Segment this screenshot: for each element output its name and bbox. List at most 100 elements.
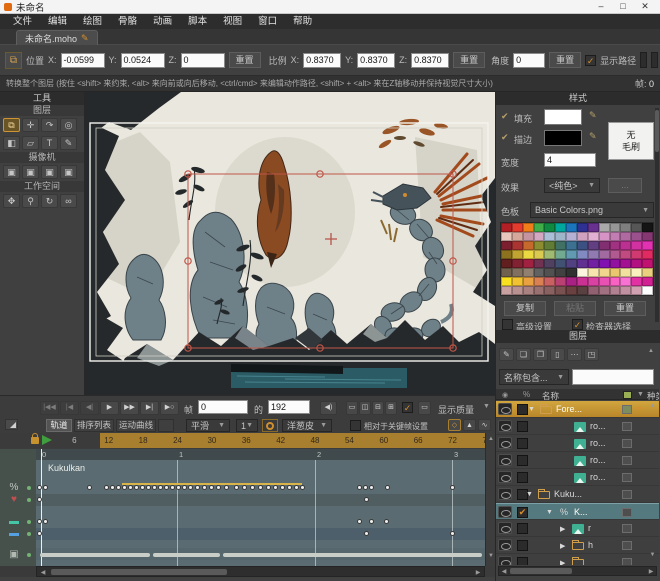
palette-swatch[interactable] bbox=[544, 259, 555, 268]
tab-sort-list[interactable]: 排序列表 bbox=[74, 419, 114, 432]
reset-angle-button[interactable]: 重置 bbox=[549, 52, 581, 68]
palette-swatch[interactable] bbox=[599, 250, 610, 259]
effect-dropdown[interactable]: <纯色>▼ bbox=[544, 178, 600, 193]
layer-expand-icon[interactable]: ▼ bbox=[528, 406, 535, 413]
keyframe-dot[interactable] bbox=[287, 485, 292, 490]
play-button[interactable]: ▶ bbox=[100, 401, 119, 415]
prev-keyframe-button[interactable]: |◀ bbox=[60, 401, 79, 415]
keyframe-dot[interactable] bbox=[202, 485, 207, 490]
style-panel-scrollbar[interactable] bbox=[655, 108, 659, 322]
frame-input[interactable]: 0 bbox=[198, 400, 248, 414]
palette-swatch[interactable] bbox=[620, 277, 631, 286]
palette-swatch[interactable] bbox=[566, 259, 577, 268]
palette-swatch[interactable] bbox=[642, 268, 653, 277]
more-layer-options-button[interactable]: ⋯ bbox=[567, 348, 582, 361]
layer-row[interactable]: ▶ bbox=[496, 554, 659, 565]
zoom-workspace-tool[interactable]: ⚲ bbox=[22, 194, 39, 208]
palette-swatch[interactable] bbox=[534, 250, 545, 259]
camera-track-segment[interactable] bbox=[153, 553, 220, 557]
layers-scroll-down-icon[interactable]: ▼ bbox=[648, 552, 657, 558]
menu-item-file[interactable]: 文件 bbox=[6, 14, 39, 29]
blank-tab-button[interactable] bbox=[158, 419, 174, 432]
palette-swatch[interactable] bbox=[534, 232, 545, 241]
position-x-input[interactable]: -0.0599 bbox=[61, 53, 105, 68]
palette-swatch[interactable] bbox=[620, 250, 631, 259]
keyframe-dot[interactable] bbox=[140, 485, 145, 490]
palette-swatch[interactable] bbox=[523, 223, 534, 232]
loop-button[interactable]: ▶○ bbox=[160, 401, 179, 415]
keyframe-dot[interactable] bbox=[384, 519, 389, 524]
layer-filter-dropdown[interactable]: 名称包含...▼ bbox=[499, 369, 569, 385]
palette-swatch[interactable] bbox=[501, 277, 512, 286]
menu-item-script[interactable]: 脚本 bbox=[181, 14, 214, 29]
keyframe-dot[interactable] bbox=[364, 497, 369, 502]
layer-color-swatch[interactable] bbox=[622, 439, 632, 448]
palette-swatch[interactable] bbox=[610, 277, 621, 286]
fill-eyedropper-icon[interactable]: ✎ bbox=[589, 110, 597, 121]
canvas-viewport[interactable] bbox=[85, 92, 495, 395]
palette-swatch[interactable] bbox=[544, 277, 555, 286]
palette-swatch[interactable] bbox=[534, 241, 545, 250]
keyframe-dot[interactable] bbox=[280, 485, 285, 490]
menu-item-window[interactable]: 窗口 bbox=[251, 14, 284, 29]
palette-swatch[interactable] bbox=[512, 277, 523, 286]
close-button[interactable]: ✕ bbox=[634, 0, 656, 13]
palette-swatch[interactable] bbox=[512, 259, 523, 268]
palette-swatch[interactable] bbox=[555, 250, 566, 259]
palette-swatch[interactable] bbox=[523, 277, 534, 286]
palette-swatch[interactable] bbox=[620, 241, 631, 250]
palette-swatch[interactable] bbox=[555, 259, 566, 268]
palette-swatch[interactable] bbox=[501, 241, 512, 250]
layer-animate-checkbox[interactable] bbox=[517, 421, 528, 432]
menu-item-view[interactable]: 视图 bbox=[216, 14, 249, 29]
palette-swatch[interactable] bbox=[631, 268, 642, 277]
palette-swatch[interactable] bbox=[523, 232, 534, 241]
palette-swatch[interactable] bbox=[544, 232, 555, 241]
palette-swatch[interactable] bbox=[523, 250, 534, 259]
reset-scale-button[interactable]: 重置 bbox=[453, 52, 485, 68]
palette-swatch[interactable] bbox=[544, 241, 555, 250]
palette-swatch[interactable] bbox=[577, 259, 588, 268]
palette-swatch[interactable] bbox=[599, 223, 610, 232]
switch-channel-icon[interactable]: ▬ bbox=[5, 515, 23, 527]
palette-swatch[interactable] bbox=[642, 250, 653, 259]
keyframe-dot[interactable] bbox=[224, 485, 229, 490]
palette-swatch[interactable] bbox=[577, 232, 588, 241]
timeline-scroll-up-icon[interactable]: ▲ bbox=[487, 436, 495, 442]
track-camera-tool[interactable]: ▣ bbox=[3, 165, 20, 179]
layer-filter-input[interactable] bbox=[572, 369, 654, 385]
layer-color-swatch[interactable] bbox=[622, 524, 632, 533]
palette-swatch[interactable] bbox=[555, 286, 566, 295]
keyframe-dot[interactable] bbox=[43, 519, 48, 524]
palette-swatch[interactable] bbox=[599, 268, 610, 277]
timeline-layout-single-button[interactable]: ▭ bbox=[346, 401, 358, 415]
palette-swatch[interactable] bbox=[566, 232, 577, 241]
maximize-button[interactable]: □ bbox=[612, 0, 634, 13]
layer-visibility-eye-icon[interactable] bbox=[498, 403, 512, 415]
layer-row[interactable]: ▶r bbox=[496, 520, 659, 537]
palette-swatch[interactable] bbox=[512, 223, 523, 232]
keyframe-dot[interactable] bbox=[87, 485, 92, 490]
timeline-layout-columns-button[interactable]: ◫ bbox=[359, 401, 371, 415]
clipped-toolbar-button[interactable] bbox=[640, 52, 647, 68]
palette-swatch[interactable] bbox=[599, 277, 610, 286]
palette-swatch[interactable] bbox=[523, 241, 534, 250]
keyframe-dot[interactable] bbox=[369, 485, 374, 490]
palette-swatch[interactable] bbox=[512, 250, 523, 259]
layer-expand-icon[interactable]: ▼ bbox=[526, 491, 533, 498]
layer-visibility-eye-icon[interactable] bbox=[498, 437, 512, 449]
new-layer-button[interactable]: ✎ bbox=[499, 348, 514, 361]
layer-color-swatch[interactable] bbox=[622, 422, 632, 431]
keyframe-dot[interactable] bbox=[43, 485, 48, 490]
palette-swatch[interactable] bbox=[577, 286, 588, 295]
layer-animate-checkbox[interactable]: ✔ bbox=[517, 507, 528, 518]
palette-swatch[interactable] bbox=[544, 286, 555, 295]
end-frame-input[interactable]: 192 bbox=[268, 400, 310, 414]
reference-layer-button[interactable]: ◳ bbox=[584, 348, 599, 361]
pan-tilt-camera-tool[interactable]: ▣ bbox=[60, 165, 77, 179]
palette-swatch[interactable] bbox=[544, 223, 555, 232]
palette-swatch[interactable] bbox=[620, 286, 631, 295]
relative-keyframes-checkbox[interactable] bbox=[350, 420, 361, 431]
keyframe-dot[interactable] bbox=[104, 485, 109, 490]
layer-animate-checkbox[interactable] bbox=[517, 557, 528, 565]
